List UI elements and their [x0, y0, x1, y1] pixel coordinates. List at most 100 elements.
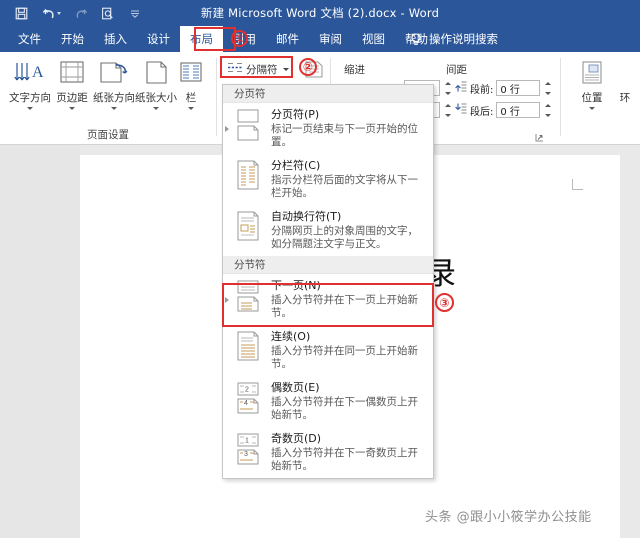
spacing-after-input[interactable]: 0 行	[496, 102, 541, 118]
text-boundary-corner-mark	[572, 179, 583, 190]
menu-item-text: 偶数页(E) 插入分节符并在下一偶数页上开始新节。	[271, 381, 427, 422]
tab-insert[interactable]: 插入	[94, 26, 137, 52]
step-marker-3: ③	[435, 293, 454, 312]
ribbon-group-arrange: 位置 环	[560, 52, 640, 145]
tab-review[interactable]: 审阅	[309, 26, 352, 52]
chevron-down-icon[interactable]	[69, 107, 75, 110]
position-icon	[578, 56, 606, 90]
page-setup-group-label: 页面设置	[87, 129, 129, 141]
chevron-down-icon[interactable]	[27, 107, 33, 110]
menu-item-next-page[interactable]: 下一页(N) 插入分节符并在下一页上开始新节。	[223, 274, 433, 325]
menu-item-text: 奇数页(D) 插入分节符并在下一奇数页上开始新节。	[271, 432, 427, 473]
chevron-down-icon[interactable]	[282, 67, 289, 71]
spacing-before-stepper[interactable]	[543, 81, 552, 96]
position-button[interactable]: 位置	[566, 56, 618, 110]
menu-item-description: 插入分节符并在下一奇数页上开始新节。	[271, 447, 418, 472]
menu-item-description: 指示分栏符后面的文字将从下一栏开始。	[271, 174, 418, 199]
menu-item-text: 分栏符(C) 指示分栏符后面的文字将从下一栏开始。	[271, 159, 427, 200]
wrap-text-button[interactable]: 环	[612, 56, 638, 104]
spacing-after-label: 段后:	[470, 106, 494, 118]
menu-item-page-break[interactable]: 分页符(P) 标记一页结束与下一页开始的位置。	[223, 103, 433, 154]
column-break-icon	[233, 159, 263, 193]
menu-item-arrow-icon	[225, 296, 229, 303]
breaks-dropdown-menu[interactable]: 分页符 分页符(P) 标记一页结束与下一页开始的位置。 分栏符(C) 指示分栏符…	[222, 84, 434, 479]
spacing-after-stepper[interactable]	[543, 103, 552, 118]
menu-item-description: 标记一页结束与下一页开始的位置。	[271, 123, 418, 148]
svg-text:A: A	[32, 64, 44, 81]
spacing-before-label: 段前:	[470, 84, 494, 96]
step-marker-1: ①	[231, 30, 248, 47]
svg-text:4: 4	[244, 400, 248, 407]
orientation-icon	[98, 56, 130, 90]
menu-item-even-page[interactable]: 2 4 偶数页(E) 插入分节符并在下一偶数页上开始新节。	[223, 376, 433, 427]
ribbon-tab-bar: 文件 开始 插入 设计 布局 引用 邮件 审阅 视图 帮助 操作说明搜索	[0, 26, 640, 52]
tab-view[interactable]: 视图	[352, 26, 395, 52]
spacing-after-icon	[454, 102, 467, 118]
orientation-label: 纸张方向	[93, 92, 135, 104]
menu-section-header-section-breaks: 分节符	[223, 256, 433, 274]
document-title: 新建 Microsoft Word 文档 (2).docx - Word	[200, 6, 440, 20]
wrap-text-label: 环	[619, 92, 631, 104]
menu-item-continuous[interactable]: 连续(O) 插入分节符并在同一页上开始新节。	[223, 325, 433, 376]
columns-button[interactable]: 栏	[174, 56, 208, 110]
tab-home[interactable]: 开始	[51, 26, 94, 52]
svg-text:3: 3	[244, 451, 248, 458]
menu-item-title: 自动换行符(T)	[271, 210, 342, 223]
text-direction-label: 文字方向	[9, 92, 51, 104]
margins-label: 页边距	[56, 92, 88, 104]
title-bar: 新建 Microsoft Word 文档 (2).docx - Word	[0, 0, 640, 26]
menu-item-title: 偶数页(E)	[271, 381, 320, 394]
indent-label: 缩进	[344, 64, 365, 76]
ribbon-tabs: 文件 开始 插入 设计 布局 引用 邮件 审阅 视图 帮助	[8, 26, 438, 52]
menu-item-description: 插入分节符并在下一页上开始新节。	[271, 294, 418, 319]
menu-item-odd-page[interactable]: 1 3 奇数页(D) 插入分节符并在下一奇数页上开始新节。	[223, 427, 433, 478]
breaks-label: 分隔符	[246, 63, 278, 76]
svg-text:2: 2	[245, 387, 249, 394]
menu-item-arrow-icon	[225, 125, 229, 132]
menu-item-title: 连续(O)	[271, 330, 311, 343]
tab-layout[interactable]: 布局	[180, 26, 223, 52]
group-divider	[216, 58, 217, 136]
odd-page-section-icon: 1 3	[233, 432, 263, 466]
continuous-section-icon	[233, 330, 263, 364]
tell-me-search[interactable]: 操作说明搜索	[410, 26, 498, 52]
menu-item-text: 连续(O) 插入分节符并在同一页上开始新节。	[271, 330, 427, 371]
menu-item-title: 分页符(P)	[271, 108, 320, 121]
menu-item-title: 奇数页(D)	[271, 432, 322, 445]
menu-item-text: 自动换行符(T) 分隔网页上的对象周围的文字，如分隔题注文字与正文。	[271, 210, 427, 251]
spacing-label: 间距	[446, 64, 467, 76]
spacing-before-icon	[454, 80, 467, 96]
position-label: 位置	[581, 92, 603, 104]
margins-icon	[57, 56, 87, 90]
menu-item-title: 下一页(N)	[271, 279, 321, 292]
chevron-down-icon[interactable]	[188, 107, 194, 110]
page-break-icon	[233, 108, 263, 142]
spacing-before-field[interactable]: 段前: 0 行	[454, 80, 552, 96]
chevron-down-icon[interactable]	[111, 107, 117, 110]
paper-size-icon	[141, 56, 171, 90]
indent-left-stepper[interactable]	[443, 81, 452, 96]
menu-item-column-break[interactable]: 分栏符(C) 指示分栏符后面的文字将从下一栏开始。	[223, 154, 433, 205]
paragraph-dialog-launcher[interactable]	[535, 133, 544, 142]
chevron-down-icon[interactable]	[589, 107, 595, 110]
tab-design[interactable]: 设计	[137, 26, 180, 52]
lightbulb-icon	[410, 32, 422, 46]
paper-size-label: 纸张大小	[135, 92, 177, 104]
tab-file[interactable]: 文件	[8, 26, 51, 52]
text-direction-icon: A	[13, 56, 47, 90]
menu-section-header-page-breaks: 分页符	[223, 85, 433, 103]
watermark-text: 头条 @跟小小筱学办公技能	[425, 510, 592, 525]
tell-me-placeholder: 操作说明搜索	[429, 32, 498, 46]
tab-mailings[interactable]: 邮件	[266, 26, 309, 52]
menu-item-title: 分栏符(C)	[271, 159, 321, 172]
spacing-after-field[interactable]: 段后: 0 行	[454, 102, 552, 118]
even-page-section-icon: 2 4	[233, 381, 263, 415]
indent-right-stepper[interactable]	[443, 103, 452, 118]
breaks-button[interactable]: 分隔符	[224, 60, 292, 78]
menu-item-text: 分页符(P) 标记一页结束与下一页开始的位置。	[271, 108, 427, 149]
left-margin-strip	[0, 145, 80, 538]
menu-item-text: 下一页(N) 插入分节符并在下一页上开始新节。	[271, 279, 427, 320]
menu-item-text-wrapping-break[interactable]: 自动换行符(T) 分隔网页上的对象周围的文字，如分隔题注文字与正文。	[223, 205, 433, 256]
spacing-before-input[interactable]: 0 行	[496, 80, 541, 96]
chevron-down-icon[interactable]	[153, 107, 159, 110]
